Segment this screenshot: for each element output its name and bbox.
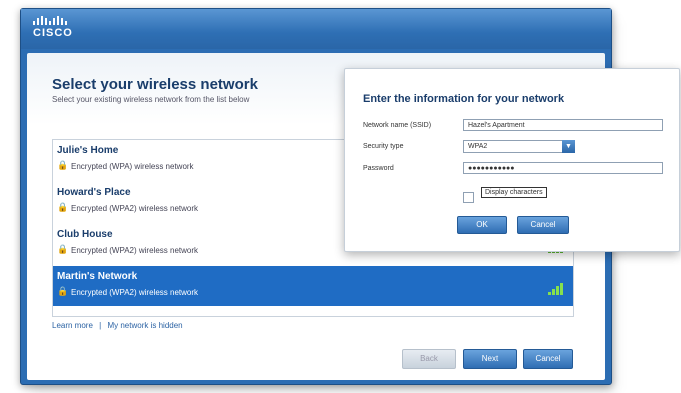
network-name: Club House (57, 229, 113, 240)
password-label: Password (363, 165, 394, 172)
network-name: Martin's Network (57, 271, 138, 282)
page-subtitle: Select your existing wireless network fr… (52, 95, 250, 104)
network-security: Encrypted (WPA2) wireless network (71, 204, 198, 213)
next-button[interactable]: Next (463, 349, 517, 369)
title-bar: CISCO (21, 9, 611, 49)
security-type-select[interactable]: WPA2 ▼ (463, 140, 575, 153)
network-name: Julie's Home (57, 145, 119, 156)
network-hidden-link[interactable]: My network is hidden (107, 321, 182, 330)
network-security: Encrypted (WPA2) wireless network (71, 246, 198, 255)
lock-icon: 🔒 (57, 244, 69, 254)
ok-button[interactable]: OK (457, 216, 507, 234)
security-type-label: Security type (363, 143, 404, 150)
back-button[interactable]: Back (402, 349, 456, 369)
ssid-label: Network name (SSID) (363, 122, 432, 129)
lock-icon: 🔒 (57, 160, 69, 170)
cisco-logo: CISCO (33, 16, 73, 39)
ssid-input[interactable]: Hazel's Apartment (463, 119, 663, 131)
lock-icon: 🔒 (57, 286, 69, 296)
network-info-dialog: Enter the information for your network N… (344, 68, 680, 252)
dialog-cancel-button[interactable]: Cancel (517, 216, 569, 234)
network-name: Howard's Place (57, 187, 131, 198)
signal-strength-icon (548, 283, 563, 295)
network-security: Encrypted (WPA) wireless network (71, 162, 194, 171)
dropdown-arrow-icon[interactable]: ▼ (562, 140, 575, 153)
password-input[interactable]: ●●●●●●●●●●● (463, 162, 663, 174)
link-separator: | (99, 321, 102, 330)
dialog-title: Enter the information for your network (363, 93, 565, 105)
display-characters-checkbox[interactable] (463, 192, 474, 203)
help-links: Learn more | My network is hidden (52, 321, 187, 330)
cisco-logo-text: CISCO (33, 27, 73, 39)
display-characters-label: Display characters (481, 187, 547, 198)
learn-more-link[interactable]: Learn more (52, 321, 93, 330)
network-item-selected[interactable]: Martin's Network 🔒 Encrypted (WPA2) wire… (53, 266, 573, 306)
cisco-logo-icon (33, 16, 73, 25)
security-type-value: WPA2 (468, 143, 488, 150)
cancel-button[interactable]: Cancel (523, 349, 573, 369)
page-title: Select your wireless network (52, 76, 258, 93)
network-security: Encrypted (WPA2) wireless network (71, 288, 198, 297)
lock-icon: 🔒 (57, 202, 69, 212)
